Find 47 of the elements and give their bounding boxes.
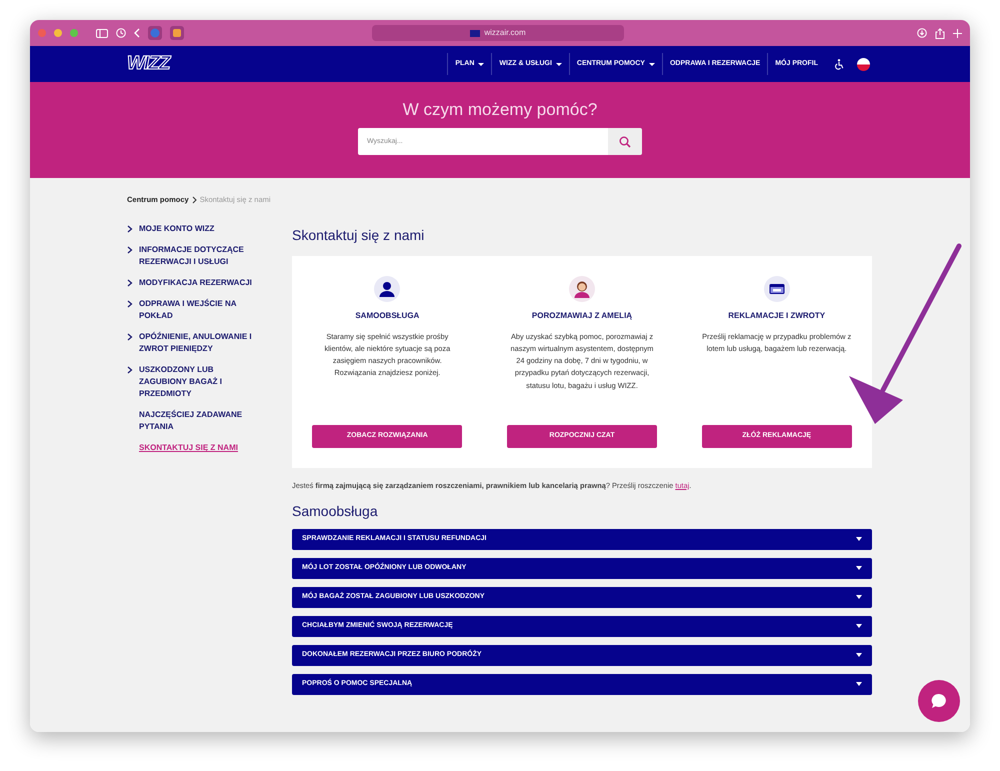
share-icon[interactable] bbox=[935, 28, 945, 38]
sidebar-item[interactable]: SKONTAKTUJ SIĘ Z NAMI bbox=[127, 442, 257, 454]
chat-bubble-icon bbox=[930, 692, 948, 710]
chevron-icon bbox=[127, 279, 133, 288]
download-icon[interactable] bbox=[917, 28, 927, 38]
search-icon bbox=[619, 136, 631, 148]
sidebar-item[interactable]: MOJE KONTO WIZZ bbox=[127, 223, 257, 236]
sidebar-item[interactable]: ODPRAWA I WEJŚCIE NA POKŁAD bbox=[127, 298, 257, 322]
new-tab-icon[interactable] bbox=[953, 28, 962, 38]
caret-icon bbox=[856, 566, 862, 570]
caret-icon bbox=[856, 624, 862, 628]
caret-icon bbox=[856, 595, 862, 600]
sidebar-item[interactable]: USZKODZONY LUB ZAGUBIONY BAGAŻ I PRZEDMIOTY bbox=[127, 364, 257, 400]
chevron-icon bbox=[127, 225, 133, 234]
accessibility-icon[interactable] bbox=[834, 58, 844, 70]
chevron-icon bbox=[127, 246, 133, 254]
chevron-icon bbox=[192, 196, 197, 204]
url-text: wizzair.com bbox=[484, 27, 526, 39]
option-title: POROZMAWIAJ Z AMELIĄ bbox=[532, 311, 632, 321]
sidebar-item[interactable]: OPÓŹNIENIE, ANULOWANIE I ZWROT PIENIĘDZY bbox=[127, 331, 257, 356]
address-bar[interactable]: wizzair.com bbox=[372, 25, 624, 41]
caret-icon bbox=[856, 682, 862, 686]
chevron-icon bbox=[127, 300, 133, 308]
minimize-window-icon[interactable] bbox=[54, 29, 62, 37]
document-icon bbox=[764, 276, 790, 302]
section-heading: Samoobsługa bbox=[292, 502, 379, 520]
search-button[interactable] bbox=[608, 128, 642, 156]
logo[interactable]: WIZZ bbox=[127, 50, 170, 78]
site-favicon-icon bbox=[470, 30, 480, 36]
tab-favicon-icon[interactable] bbox=[170, 26, 184, 40]
sidebar-item[interactable]: MODYFIKACJA REZERWACJI bbox=[127, 277, 257, 290]
section-heading: Skontaktuj się z nami bbox=[292, 227, 426, 244]
person-icon bbox=[374, 276, 400, 302]
caret-icon bbox=[856, 537, 862, 542]
language-flag-icon[interactable] bbox=[857, 58, 870, 70]
chevron-icon bbox=[127, 366, 133, 374]
caret-icon bbox=[856, 653, 862, 658]
chevron-icon bbox=[127, 333, 133, 342]
option-title: REKLAMACJE I ZWROTY bbox=[728, 311, 826, 321]
sidebar-item[interactable]: NAJCZĘŚCIEJ ZADAWANE PYTANIA bbox=[127, 409, 257, 434]
history-icon[interactable] bbox=[116, 28, 126, 38]
assistant-avatar-icon bbox=[569, 276, 595, 302]
sidebar-toggle-icon[interactable] bbox=[96, 28, 108, 38]
sidebar-item[interactable]: INFORMACJE DOTYCZĄCE REZERWACJI I USŁUGI bbox=[127, 244, 257, 268]
hero-title: W czym możemy pomóc? bbox=[402, 100, 598, 120]
option-title: SAMOOBSŁUGA bbox=[355, 311, 420, 321]
back-icon[interactable] bbox=[134, 28, 140, 38]
